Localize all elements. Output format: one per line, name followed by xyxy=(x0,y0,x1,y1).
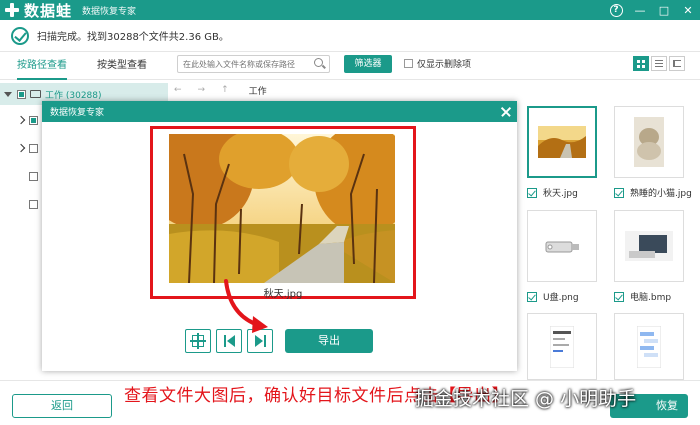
next-icon xyxy=(254,335,266,347)
drive-icon xyxy=(30,90,41,98)
list-icon xyxy=(655,60,663,67)
annotation-arrow-icon xyxy=(224,279,268,333)
filter-button[interactable]: 筛选器 xyxy=(344,55,392,73)
thumbnail-checkbox[interactable] xyxy=(527,291,537,302)
thumbnail-label[interactable]: U盘.png xyxy=(527,290,579,303)
preview-image xyxy=(169,134,395,283)
preview-file-name: 秋天.jpg xyxy=(263,289,303,300)
tab-by-path[interactable]: 按路径查看 xyxy=(17,52,67,80)
thumbnail-item[interactable] xyxy=(527,313,597,380)
list-view-button[interactable] xyxy=(651,56,667,71)
watermark: 掘金技术社区 @ 小明助手 xyxy=(415,388,637,410)
tree-item[interactable] xyxy=(0,193,38,215)
path-nav: ← → ↑ 工作 xyxy=(168,80,522,100)
search-icon[interactable] xyxy=(314,58,323,67)
logo-text: 数据蛙 xyxy=(24,1,73,20)
toolbar: 按路径查看 按类型查看 筛选器 仅显示删除项 xyxy=(0,52,700,80)
view-switcher xyxy=(633,56,687,71)
tree-item[interactable] xyxy=(0,165,38,187)
search-input[interactable] xyxy=(177,55,330,73)
thumbnail-label[interactable]: 电脑.bmp xyxy=(614,290,671,303)
autumn-road-image xyxy=(169,134,395,283)
fit-view-button[interactable] xyxy=(185,329,211,353)
check-circle-icon xyxy=(11,26,29,45)
only-deleted-label: 仅显示删除项 xyxy=(417,60,472,70)
scan-status-bar: 扫描完成。找到30288个文件共2.36 GB。 xyxy=(0,20,700,52)
tree-checkbox[interactable] xyxy=(29,171,38,181)
export-button[interactable]: 导出 xyxy=(285,329,373,353)
only-deleted-checkbox[interactable] xyxy=(404,59,413,68)
dialog-title: 数据恢复专家 xyxy=(50,108,105,118)
thumbnail-checkbox[interactable] xyxy=(527,187,537,198)
preview-highlight-frame: 秋天.jpg xyxy=(150,126,416,300)
thumbnail-item[interactable] xyxy=(614,210,684,282)
grid-icon xyxy=(637,59,645,68)
logo-icon xyxy=(4,2,20,18)
tree-root-label: 工作 (30288) xyxy=(45,90,102,101)
tree-checkbox[interactable] xyxy=(17,89,26,99)
detail-icon xyxy=(673,60,681,67)
thumbnail-item[interactable] xyxy=(527,106,597,178)
back-arrow-icon[interactable]: ← xyxy=(174,85,182,95)
chat-screenshot-thumbnail xyxy=(637,325,661,368)
maximize-button[interactable]: □ xyxy=(652,0,676,20)
previous-icon xyxy=(223,335,235,347)
scan-status-text: 扫描完成。找到30288个文件共2.36 GB。 xyxy=(37,32,229,43)
autumn-thumbnail xyxy=(538,126,586,158)
tab-by-type[interactable]: 按类型查看 xyxy=(97,52,147,80)
chevron-right-icon[interactable] xyxy=(16,115,26,125)
usb-thumbnail xyxy=(545,241,579,253)
tree-item[interactable] xyxy=(0,109,38,131)
thumbnail-item[interactable] xyxy=(527,210,597,282)
help-button[interactable]: ? xyxy=(604,0,628,20)
thumbnail-label[interactable]: 熟睡的小猫.jpg xyxy=(614,186,692,199)
tree-checkbox[interactable] xyxy=(29,115,38,125)
computer-thumbnail xyxy=(625,231,673,261)
title-bar: 数据蛙 数据恢复专家 ? — □ ✕ xyxy=(0,0,700,20)
thumbnail-item[interactable] xyxy=(614,313,684,380)
thumbnail-item[interactable] xyxy=(614,106,684,178)
fit-icon xyxy=(190,333,206,349)
close-button[interactable]: ✕ xyxy=(676,0,700,20)
dialog-header: 数据恢复专家 xyxy=(42,101,517,122)
current-path: 工作 xyxy=(248,86,267,97)
app-subtitle: 数据恢复专家 xyxy=(82,6,137,17)
thumbnail-checkbox[interactable] xyxy=(614,291,624,302)
help-icon: ? xyxy=(609,3,623,17)
forward-arrow-icon[interactable]: → xyxy=(198,85,206,95)
chevron-down-icon[interactable] xyxy=(4,91,12,97)
tree-item[interactable] xyxy=(0,137,38,159)
kitten-thumbnail xyxy=(634,117,664,167)
tree-checkbox[interactable] xyxy=(29,143,38,153)
detail-view-button[interactable] xyxy=(669,56,685,71)
tree-checkbox[interactable] xyxy=(29,199,38,209)
up-arrow-icon[interactable]: ↑ xyxy=(221,85,229,95)
only-deleted-toggle[interactable]: 仅显示删除项 xyxy=(404,57,471,70)
thumbnail-label[interactable]: 秋天.jpg xyxy=(527,186,578,199)
grid-view-button[interactable] xyxy=(633,56,649,71)
chevron-right-icon[interactable] xyxy=(16,143,26,153)
minimize-button[interactable]: — xyxy=(628,0,652,20)
back-button[interactable]: 返回 xyxy=(12,394,112,418)
dialog-close-icon[interactable] xyxy=(495,101,517,122)
thumbnail-checkbox[interactable] xyxy=(614,187,624,198)
phone-screenshot-thumbnail xyxy=(550,325,574,368)
